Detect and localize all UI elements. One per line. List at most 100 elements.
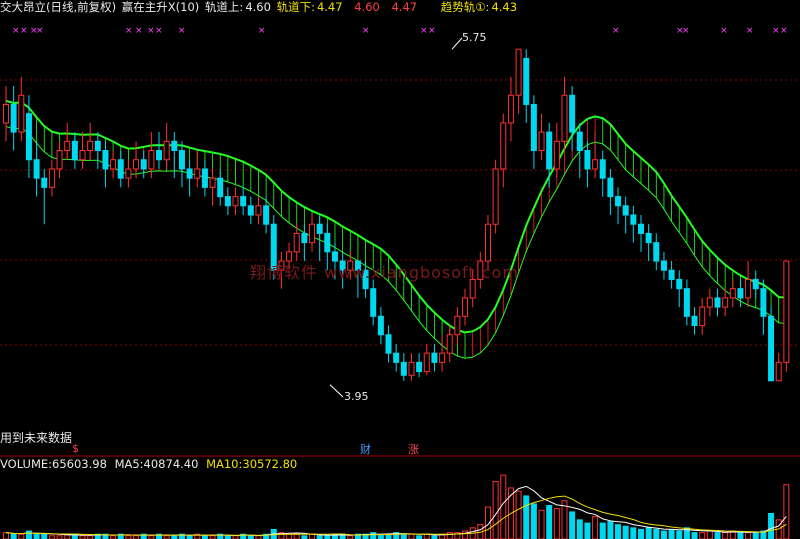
- marker-x: ×: [682, 26, 690, 36]
- candle-body: [622, 205, 629, 216]
- stock-name: 交大昂立(日线,前复权): [0, 0, 117, 14]
- candle-body: [515, 48, 522, 96]
- volume-bar: [3, 532, 9, 539]
- volume-bar: [584, 522, 591, 539]
- candle-body: [584, 150, 591, 170]
- candle-body: [71, 140, 78, 161]
- candle-body: [240, 196, 247, 207]
- candle-body: [660, 260, 667, 271]
- finance-marker[interactable]: 财: [360, 441, 371, 457]
- candle-body: [232, 196, 239, 207]
- candle-body: [18, 94, 25, 133]
- candle-body: [117, 159, 124, 179]
- volume-bar: [286, 533, 293, 539]
- candle-body: [309, 223, 316, 244]
- marker-x: ×: [428, 26, 436, 36]
- candle-body: [714, 297, 721, 308]
- low-price-label: 3.95: [344, 390, 369, 403]
- chart-header: 交大昂立(日线,前复权) 赢在主升X(10) 轨道上: 4.60 轨道下: 4.47…: [0, 0, 519, 14]
- marker-x: ×: [772, 26, 780, 36]
- candle-body: [324, 232, 331, 253]
- volume-bar: [653, 528, 660, 539]
- trend-value: 4.43: [491, 0, 518, 14]
- marker-x: ×: [258, 26, 266, 36]
- candle-body: [737, 288, 744, 299]
- watermark: 翔博软件 www.xiangbosoft.com: [250, 263, 519, 282]
- candle-body: [729, 288, 736, 299]
- candle-body: [247, 205, 254, 216]
- candle-body: [178, 150, 185, 170]
- candle-body: [599, 159, 606, 179]
- candle-body: [217, 177, 224, 198]
- candle-body: [125, 168, 132, 179]
- candle-body: [676, 278, 683, 290]
- candle-body: [775, 361, 782, 382]
- volume-header: VOLUME:65603.98 MA5:40874.40 MA10:30572.…: [0, 457, 297, 471]
- volume-bar: [783, 484, 790, 539]
- candle-body: [224, 196, 231, 207]
- volume-bar: [706, 530, 713, 539]
- candle-body: [507, 94, 514, 124]
- marker-x: ×: [12, 26, 20, 36]
- candle-body: [79, 150, 86, 161]
- volume-bar: [622, 525, 629, 539]
- candle-body: [94, 140, 101, 152]
- upper-label: 轨道上:: [204, 0, 244, 14]
- candle-body: [133, 159, 140, 170]
- chart-root: { "header":{ "stock_name":"交大昂立(日线,前复权)"…: [0, 0, 800, 539]
- ma5-label: MA5:: [114, 457, 144, 471]
- candle-body: [385, 334, 392, 354]
- candle-body: [523, 57, 530, 105]
- candle-body: [163, 140, 170, 161]
- marker-x: ×: [155, 26, 163, 36]
- candle-body: [87, 140, 94, 152]
- candle-body: [691, 315, 698, 327]
- indicator-name: 赢在主升X(10): [121, 0, 200, 14]
- candle-body: [546, 131, 553, 170]
- volume-bar: [25, 530, 32, 539]
- candle-body: [553, 140, 560, 170]
- candle-body: [752, 278, 759, 290]
- low-arrow: [329, 384, 344, 398]
- marker-x: ×: [780, 26, 788, 36]
- candle-body: [500, 122, 507, 170]
- volume-value: 65603.98: [52, 457, 107, 471]
- candle-body: [48, 168, 55, 188]
- candle-body: [431, 352, 438, 363]
- candle-body: [569, 94, 576, 133]
- candle-body: [607, 177, 614, 198]
- volume-bar: [569, 511, 576, 539]
- value-2: 4.47: [391, 0, 418, 14]
- candle-body: [156, 150, 163, 161]
- candle-body: [416, 361, 423, 373]
- marker-x: ×: [135, 26, 143, 36]
- volume-bar: [576, 519, 583, 539]
- candle-body: [41, 177, 48, 188]
- candle-body: [3, 103, 9, 124]
- marker-x: ×: [612, 26, 620, 36]
- ma5-value: 40874.40: [143, 457, 199, 471]
- volume-bar: [691, 532, 698, 539]
- candle-body: [462, 297, 469, 317]
- rise-marker[interactable]: 涨: [408, 441, 419, 457]
- candle-body: [171, 140, 178, 152]
- candle-body: [783, 260, 790, 363]
- candle-body: [400, 361, 407, 376]
- upper-value: 4.60: [245, 0, 271, 14]
- candle-body: [56, 150, 63, 170]
- volume-bar: [722, 532, 729, 539]
- volume-bar: [599, 522, 606, 539]
- candle-body: [592, 159, 599, 170]
- volume-bar: [538, 509, 545, 539]
- trend-label: 趋势轨①:: [440, 0, 490, 14]
- candle-body: [722, 297, 729, 308]
- volume-bar: [10, 533, 17, 539]
- dollar-marker: $: [72, 442, 79, 455]
- candle-body: [576, 131, 583, 152]
- volume-bar: [18, 533, 25, 539]
- volume-bar: [637, 528, 644, 539]
- candle-body: [201, 168, 208, 188]
- volume-bar: [523, 495, 530, 539]
- candle-body: [538, 131, 545, 152]
- candle-body: [699, 306, 706, 327]
